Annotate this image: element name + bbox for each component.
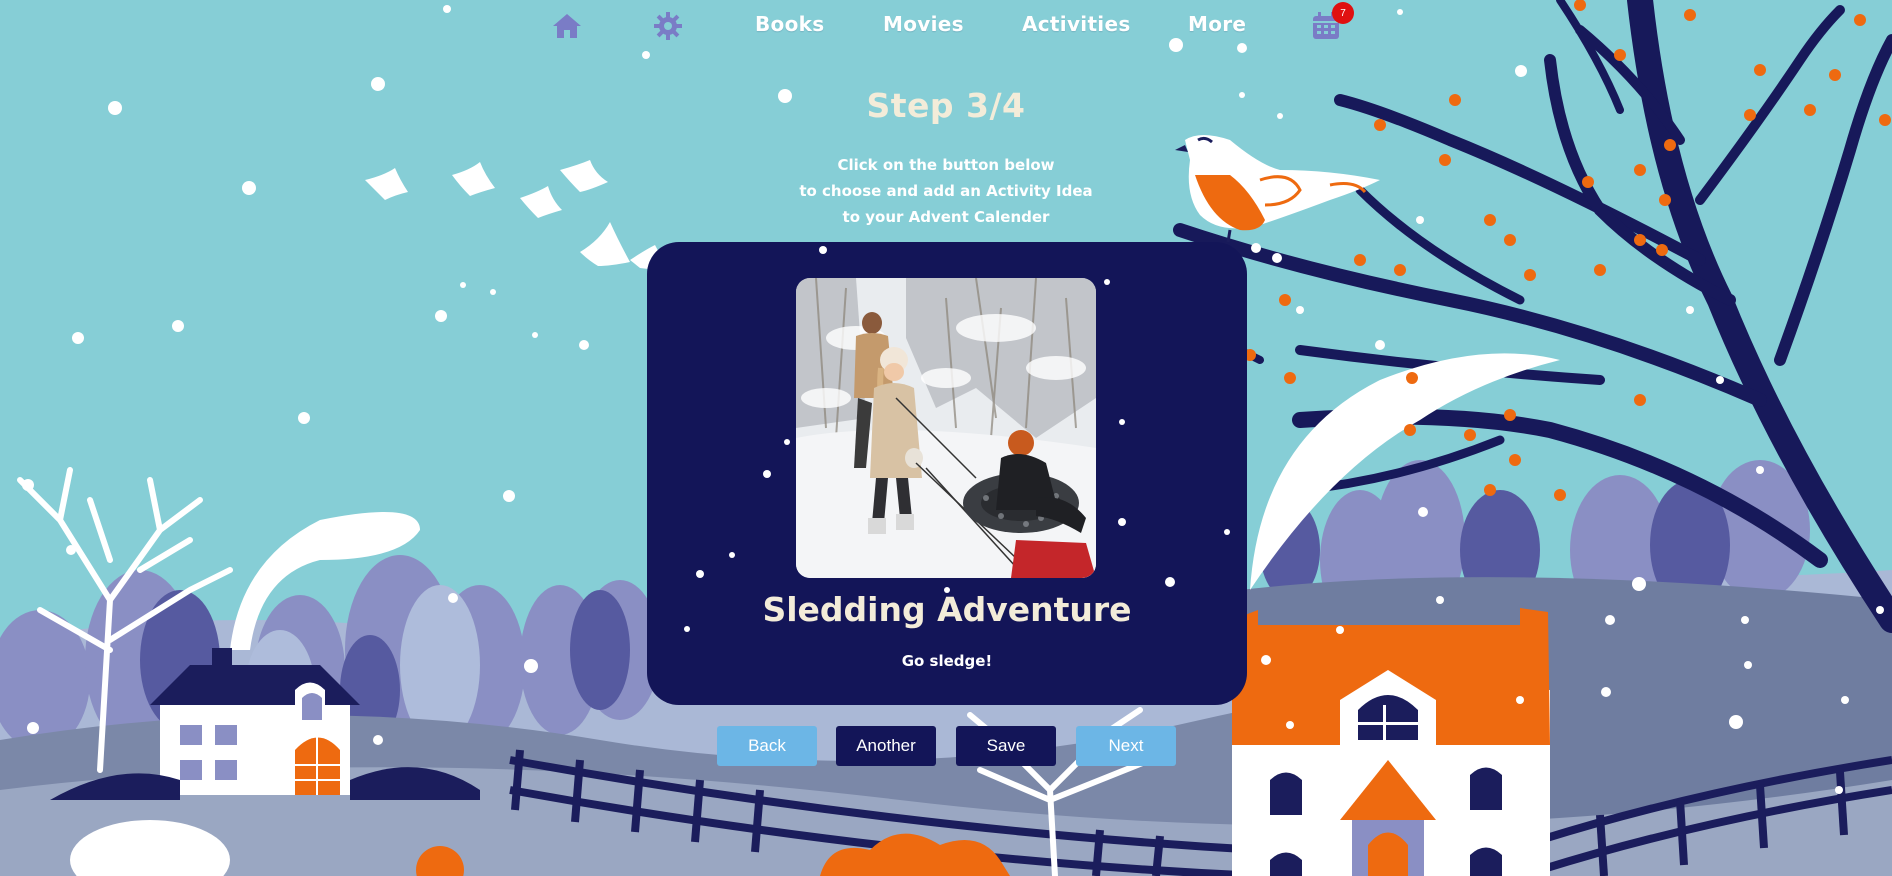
instruction-line: to your Advent Calender xyxy=(842,208,1050,226)
save-button[interactable]: Save xyxy=(956,726,1056,766)
activity-title: Sledding Adventure xyxy=(762,590,1132,629)
activity-photo xyxy=(796,278,1096,578)
nav-link-more[interactable]: More xyxy=(1188,12,1246,36)
another-button[interactable]: Another xyxy=(836,726,936,766)
nav-link-movies[interactable]: Movies xyxy=(883,12,964,36)
gear-icon xyxy=(654,12,682,40)
calendar-count-badge: 7 xyxy=(1332,2,1354,24)
activity-card: Sledding Adventure Go sledge! xyxy=(647,242,1247,705)
home-nav-button[interactable] xyxy=(549,10,585,42)
calendar-nav-button[interactable]: 7 xyxy=(1308,2,1354,42)
top-navigation: Books Movies Activities More 7 xyxy=(0,0,1892,52)
nav-link-activities[interactable]: Activities xyxy=(1022,12,1131,36)
nav-link-books[interactable]: Books xyxy=(755,12,824,36)
next-button[interactable]: Next xyxy=(1076,726,1176,766)
settings-nav-button[interactable] xyxy=(650,10,686,42)
step-indicator: Step 3/4 xyxy=(866,86,1026,125)
sledding-photo-illustration xyxy=(796,278,1096,578)
back-button[interactable]: Back xyxy=(717,726,817,766)
activity-description: Go sledge! xyxy=(901,652,993,670)
step-instructions: Click on the button below to choose and … xyxy=(0,152,1892,230)
instruction-line: to choose and add an Activity Idea xyxy=(799,182,1093,200)
home-icon xyxy=(553,14,581,38)
instruction-line: Click on the button below xyxy=(837,156,1055,174)
